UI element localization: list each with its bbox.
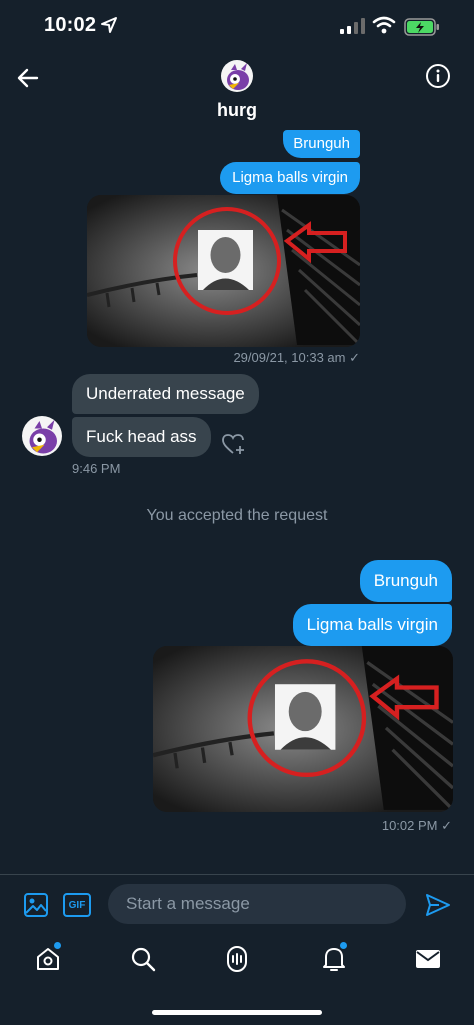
- message-timestamp: 10:02 PM ✓: [381, 818, 452, 833]
- back-arrow-icon[interactable]: [14, 64, 42, 92]
- home-indicator: [152, 1010, 322, 1015]
- cellular-signal-icon: [340, 18, 366, 39]
- image-icon[interactable]: [22, 891, 50, 919]
- status-time: 10:02: [44, 14, 97, 36]
- message-photo[interactable]: [87, 195, 360, 347]
- gif-icon[interactable]: GIF: [63, 893, 91, 917]
- avatar[interactable]: [221, 60, 253, 92]
- battery-icon: [404, 18, 440, 41]
- home-notification-dot: [54, 942, 61, 949]
- gif-label: GIF: [68, 899, 86, 911]
- message-input[interactable]: Start a message: [108, 884, 406, 924]
- message-photo[interactable]: [153, 646, 453, 812]
- outgoing-message[interactable]: Brunguh: [359, 560, 452, 602]
- request-accepted-note: You accepted the request: [146, 507, 328, 524]
- send-icon[interactable]: [423, 890, 453, 920]
- message-timestamp: 29/09/21, 10:33 am ✓: [233, 350, 360, 365]
- composer-divider: [0, 874, 474, 875]
- message-timestamp: 9:46 PM: [72, 461, 121, 476]
- notifications-dot: [340, 942, 347, 949]
- spaces-icon[interactable]: [222, 943, 252, 975]
- heart-plus-icon[interactable]: [220, 431, 248, 457]
- search-icon[interactable]: [128, 944, 158, 974]
- message-input-placeholder: Start a message: [126, 894, 250, 913]
- wifi-icon: [372, 16, 396, 39]
- outgoing-message[interactable]: Ligma balls virgin: [292, 604, 452, 646]
- incoming-message[interactable]: Underrated message: [72, 374, 259, 414]
- conversation-title[interactable]: hurg: [0, 100, 474, 121]
- info-icon[interactable]: [424, 62, 452, 90]
- outgoing-message[interactable]: Brunguh: [283, 130, 360, 158]
- location-arrow-icon: [100, 16, 118, 39]
- outgoing-message[interactable]: Ligma balls virgin: [220, 162, 360, 194]
- incoming-message[interactable]: Fuck head ass: [72, 417, 211, 457]
- messages-icon[interactable]: [413, 946, 443, 972]
- sender-avatar[interactable]: [22, 416, 62, 456]
